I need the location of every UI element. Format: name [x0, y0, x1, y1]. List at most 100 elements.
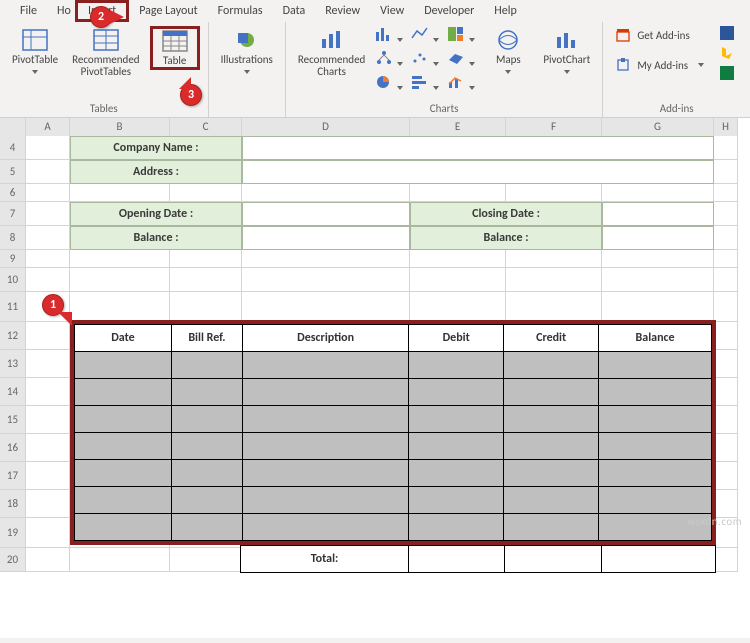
row-header[interactable]: 11 — [0, 292, 26, 322]
col-header[interactable]: B — [70, 118, 170, 137]
row-header[interactable]: 8 — [0, 226, 26, 250]
ledger-header-balance: Balance — [599, 325, 712, 352]
label-company-name: Company Name : — [70, 136, 242, 160]
row-header[interactable]: 14 — [0, 378, 26, 406]
tab-home[interactable]: Ho — [47, 1, 75, 21]
col-header[interactable]: A — [26, 118, 70, 137]
recommended-charts-button[interactable]: Recommended Charts — [294, 26, 369, 80]
col-header[interactable]: F — [506, 118, 602, 137]
my-addins-button[interactable]: My Add-ins — [611, 56, 708, 74]
tab-review[interactable]: Review — [315, 1, 370, 21]
ledger-total-debit — [409, 546, 505, 573]
get-addins-button[interactable]: Get Add-ins — [611, 26, 708, 44]
col-header[interactable]: D — [242, 118, 410, 137]
worksheet[interactable]: A B C D E F G H 4 Company Name : 5 Addre… — [0, 118, 750, 638]
row-header[interactable]: 12 — [0, 322, 26, 350]
row-header[interactable]: 6 — [0, 184, 26, 202]
row-header[interactable]: 7 — [0, 202, 26, 226]
input-closing-date[interactable] — [602, 202, 714, 226]
pivottable-button[interactable]: PivotTable — [8, 26, 62, 76]
select-all-corner[interactable] — [0, 118, 26, 137]
illustrations-button[interactable]: Illustrations — [217, 26, 277, 76]
row-header[interactable]: 10 — [0, 268, 26, 292]
tab-developer[interactable]: Developer — [414, 1, 484, 21]
input-company-name[interactable] — [242, 136, 714, 160]
label-address: Address : — [70, 160, 242, 184]
row-header[interactable]: 20 — [0, 548, 26, 572]
bing-icon[interactable] — [720, 46, 734, 64]
tab-formulas[interactable]: Formulas — [208, 1, 273, 21]
col-header[interactable]: E — [410, 118, 506, 137]
maps-button[interactable]: Maps — [483, 26, 533, 76]
tab-view[interactable]: View — [370, 1, 414, 21]
chart-type-scatter-icon[interactable] — [411, 50, 441, 72]
pivotchart-button[interactable]: PivotChart — [539, 26, 594, 76]
table-label: Table — [163, 55, 187, 67]
chart-type-combo-icon[interactable] — [447, 74, 477, 96]
dropdown-caret-icon — [32, 68, 38, 74]
illustrations-label: Illustrations — [221, 54, 273, 66]
row-header[interactable]: 15 — [0, 406, 26, 434]
chart-type-column-icon[interactable] — [375, 26, 405, 48]
col-header[interactable]: H — [714, 118, 738, 137]
chart-type-treemap-icon[interactable] — [447, 26, 477, 48]
callout-2: 2 — [90, 6, 112, 28]
store-icon — [615, 27, 631, 43]
chart-gallery — [375, 26, 477, 96]
illustrations-icon — [233, 28, 261, 52]
group-addins: Get Add-ins My Add-ins Add-ins — [603, 22, 750, 117]
chart-type-line-icon[interactable] — [411, 26, 441, 48]
tab-file[interactable]: File — [10, 1, 47, 21]
group-tables: PivotTable Recommended PivotTables Table… — [0, 22, 209, 117]
addins-icon — [615, 57, 631, 73]
pivotchart-icon — [553, 28, 581, 52]
row-header[interactable]: 13 — [0, 350, 26, 378]
chart-type-bar-icon[interactable] — [411, 74, 441, 96]
ledger-total-balance — [601, 546, 715, 573]
input-closing-balance[interactable] — [602, 226, 714, 250]
input-address[interactable] — [242, 160, 714, 184]
recommended-pivottables-button[interactable]: Recommended PivotTables — [68, 26, 143, 80]
row-header[interactable]: 4 — [0, 136, 26, 160]
col-header[interactable]: C — [170, 118, 242, 137]
table-button[interactable]: Table — [150, 26, 200, 70]
row-header[interactable]: 19 — [0, 518, 26, 548]
label-closing-balance: Balance : — [410, 226, 602, 250]
pivottable-icon — [21, 28, 49, 52]
tab-help[interactable]: Help — [484, 1, 527, 21]
input-opening-balance[interactable] — [242, 226, 410, 250]
maps-label: Maps — [496, 54, 521, 66]
ledger-table: Date Bill Ref. Description Debit Credit … — [74, 324, 712, 541]
callout-1-tail — [58, 312, 72, 326]
group-illustrations: Illustrations Illustrations — [209, 22, 286, 117]
chart-type-hierarchy-icon[interactable] — [375, 50, 405, 72]
ledger-total-credit — [505, 546, 601, 573]
pivotchart-label: PivotChart — [543, 54, 590, 66]
label-opening-balance: Balance : — [70, 226, 242, 250]
ledger-selection[interactable]: Date Bill Ref. Description Debit Credit … — [70, 320, 716, 573]
group-charts-label: Charts — [294, 100, 594, 115]
row-header[interactable]: 16 — [0, 434, 26, 462]
ribbon: PivotTable Recommended PivotTables Table… — [0, 22, 750, 118]
recommended-pivottables-icon — [92, 28, 120, 52]
pivottable-label: PivotTable — [12, 54, 58, 66]
ledger-total-label: Total: — [240, 546, 408, 573]
col-header[interactable]: G — [602, 118, 714, 137]
chart-type-pie-icon[interactable] — [375, 74, 405, 96]
row-header[interactable]: 18 — [0, 490, 26, 518]
group-addins-label: Add-ins — [611, 100, 742, 115]
ledger-header-desc: Description — [243, 325, 409, 352]
input-opening-date[interactable] — [242, 202, 410, 226]
dropdown-caret-icon — [505, 68, 511, 74]
tab-page-layout[interactable]: Page Layout — [129, 1, 207, 21]
chart-type-surface-icon[interactable] — [447, 50, 477, 72]
callout-3-tail — [179, 77, 191, 89]
row-header[interactable]: 5 — [0, 160, 26, 184]
partner-addins — [720, 26, 734, 84]
tab-data[interactable]: Data — [273, 1, 316, 21]
people-graph-icon[interactable] — [720, 66, 734, 84]
office-addin-icon[interactable] — [720, 26, 734, 44]
dropdown-caret-icon — [244, 68, 250, 74]
row-header[interactable]: 9 — [0, 250, 26, 268]
row-header[interactable]: 17 — [0, 462, 26, 490]
